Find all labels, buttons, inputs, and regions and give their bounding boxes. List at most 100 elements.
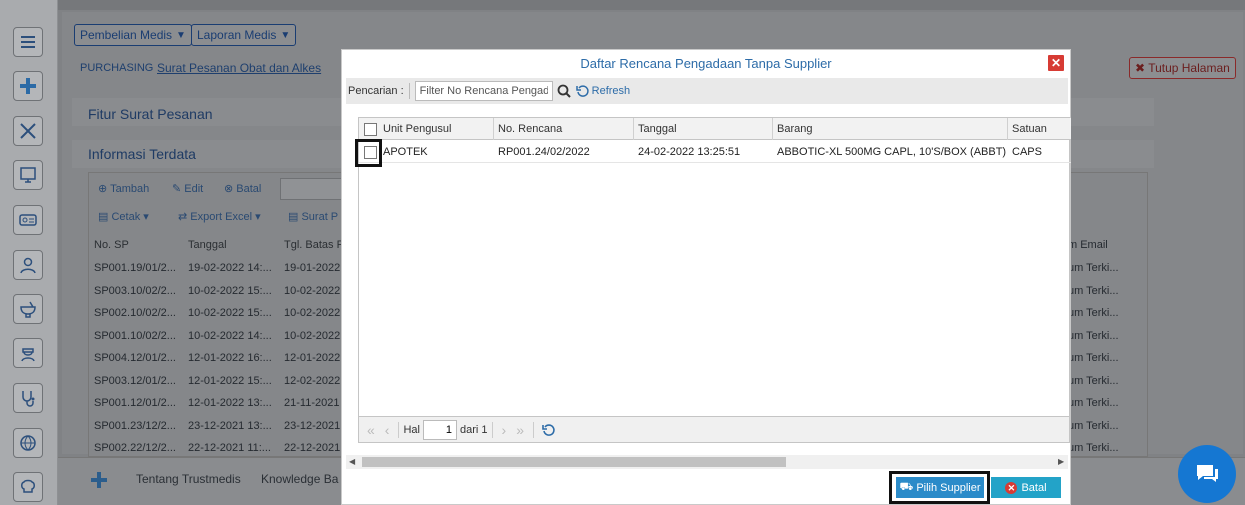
- hal-label: Hal: [403, 423, 420, 436]
- bg-cell-email: um Terki...: [1068, 352, 1119, 364]
- surat-button[interactable]: ▤ Surat P: [288, 210, 338, 223]
- bg-table-row[interactable]: SP004.12/01/2... 12-01-2022 16:... 12-01-2…: [94, 352, 340, 364]
- bg-table-row[interactable]: SP003.10/02/2... 10-02-2022 15:... 10-02-2…: [94, 285, 340, 297]
- col-header-unit[interactable]: Unit Pengusul: [359, 118, 494, 140]
- breadcrumb-page-link[interactable]: Surat Pesanan Obat dan Alkes: [157, 61, 321, 75]
- select-all-checkbox[interactable]: [364, 123, 377, 136]
- tentang-link[interactable]: Tentang Trustmedis: [136, 472, 241, 486]
- monitor-icon[interactable]: [13, 160, 43, 190]
- mortar-icon[interactable]: [13, 294, 43, 324]
- bg-cell: SP001.23/12/2...: [94, 419, 176, 432]
- bg-cell: 12-02-2022: [284, 374, 341, 387]
- separator: [532, 421, 534, 438]
- bg-search-input[interactable]: [280, 178, 342, 200]
- next-page-icon[interactable]: ›: [502, 422, 507, 438]
- bg-cell: 12-01-2022: [284, 352, 341, 364]
- export-excel-button[interactable]: ⇄ Export Excel ▾: [178, 210, 261, 223]
- puzzle-icon[interactable]: [13, 71, 43, 101]
- reload-icon[interactable]: [542, 423, 556, 437]
- bg-col-header-email[interactable]: m Email: [1068, 239, 1108, 251]
- bg-cell: 21-11-2021: [284, 397, 340, 409]
- cetak-button[interactable]: ▤ Cetak ▾: [98, 210, 149, 223]
- edit-label: Edit: [184, 183, 204, 195]
- edit-button[interactable]: ✎ Edit: [172, 182, 203, 195]
- bg-table-row[interactable]: SP002.10/02/2... 10-02-2022 15:... 10-02-2…: [94, 307, 340, 319]
- separator: [398, 421, 400, 438]
- informasi-section-title[interactable]: Informasi Terdata: [88, 146, 196, 162]
- prev-page-icon[interactable]: ‹: [385, 422, 390, 438]
- cell-satuan: CAPS: [1012, 146, 1042, 158]
- highlight-frame-checkbox: [355, 139, 382, 167]
- bg-cell: SP003.10/02/2...: [94, 284, 176, 297]
- bg-table-row[interactable]: SP001.19/01/2... 19-02-2022 14:... 19-01-2…: [94, 262, 340, 274]
- brain-icon[interactable]: [13, 472, 43, 502]
- id-card-icon[interactable]: [13, 205, 43, 235]
- refresh-button[interactable]: Refresh: [575, 84, 630, 98]
- tools-icon[interactable]: [13, 116, 43, 146]
- bg-cell: SP001.19/01/2...: [94, 262, 176, 274]
- laporan-medis-dropdown[interactable]: Laporan Medis ▼: [191, 24, 297, 46]
- search-icon[interactable]: [556, 83, 572, 99]
- batal-button[interactable]: ✕ Batal: [991, 477, 1061, 498]
- dropdown-label: Pembelian Medis: [80, 28, 173, 42]
- page-number-input[interactable]: [422, 419, 457, 440]
- bg-cell: 10-02-2022: [284, 329, 341, 342]
- rencana-table: Unit Pengusul No. Rencana Tanggal Barang…: [358, 117, 1071, 417]
- search-input[interactable]: [414, 81, 553, 101]
- bg-cell: SP001.10/02/2...: [94, 329, 176, 342]
- bg-cell-email: um Terki...: [1068, 262, 1119, 274]
- menu-icon[interactable]: [13, 27, 43, 57]
- surat-label: Surat P: [301, 211, 339, 223]
- col-header-tanggal[interactable]: Tanggal: [634, 118, 773, 140]
- tutup-halaman-button[interactable]: ✖ Tutup Halaman: [1129, 57, 1236, 79]
- bg-table-row[interactable]: SP002.22/12/2... 22-12-2021 11:... 22-12-2…: [94, 442, 340, 454]
- scroll-right-icon[interactable]: ▶: [1058, 455, 1064, 469]
- close-icon[interactable]: ✕: [1048, 55, 1064, 71]
- scroll-left-icon[interactable]: ◀: [349, 455, 355, 469]
- globe-icon[interactable]: [13, 428, 43, 458]
- bg-cell: SP001.12/01/2...: [94, 397, 176, 409]
- bg-cell: SP002.22/12/2...: [94, 442, 176, 454]
- rencana-pengadaan-dialog: Daftar Rencana Pengadaan Tanpa Supplier …: [341, 49, 1071, 505]
- cell-no-rencana: RP001.24/02/2022: [498, 146, 590, 158]
- bg-col-header[interactable]: No. SP: [94, 239, 188, 251]
- bg-cell: SP002.10/02/2...: [94, 307, 176, 319]
- bg-cell: 22-12-2021: [284, 442, 341, 454]
- bg-cell: 23-12-2021: [284, 419, 341, 432]
- bg-col-header[interactable]: Tanggal: [188, 239, 284, 251]
- batal-bg-button[interactable]: ⊗ Batal: [224, 182, 261, 195]
- bg-table-row[interactable]: SP003.12/01/2... 12-01-2022 15:... 12-02-2…: [94, 375, 340, 387]
- pembelian-medis-dropdown[interactable]: Pembelian Medis ▼: [74, 24, 192, 46]
- knowledge-link[interactable]: Knowledge Ba: [261, 472, 338, 486]
- first-page-icon[interactable]: «: [367, 422, 375, 438]
- stethoscope-icon[interactable]: [13, 383, 43, 413]
- table-row[interactable]: APOTEK RP001.24/02/2022 24-02-2022 13:25…: [359, 141, 1071, 163]
- search-bar: Pencarian : Refresh: [346, 78, 1068, 104]
- col-header-satuan[interactable]: Satuan: [1008, 118, 1071, 140]
- chat-button[interactable]: [1178, 445, 1236, 503]
- bg-table-row[interactable]: SP001.12/01/2... 12-01-2022 13:... 21-11-2…: [94, 397, 339, 409]
- highlight-frame-pilih: [889, 471, 990, 504]
- col-header-barang[interactable]: Barang: [773, 118, 1008, 140]
- dropdown-label: Laporan Medis: [197, 28, 277, 42]
- bg-table-row[interactable]: SP001.10/02/2... 10-02-2022 14:... 10-02-2…: [94, 330, 340, 342]
- col-header-no-rencana[interactable]: No. Rencana: [494, 118, 634, 140]
- bg-cell: SP004.12/01/2...: [94, 352, 176, 364]
- last-page-icon[interactable]: »: [516, 422, 524, 438]
- bg-table-row[interactable]: SP001.23/12/2... 23-12-2021 13:... 23-12-2…: [94, 420, 340, 432]
- scroll-thumb[interactable]: [362, 457, 786, 467]
- bg-cell: 10-02-2022 15:...: [188, 284, 272, 297]
- nurse-icon[interactable]: [13, 338, 43, 368]
- bg-cell: 19-01-2022: [284, 262, 341, 274]
- fitur-section-title[interactable]: Fitur Surat Pesanan: [88, 106, 213, 122]
- tambah-button[interactable]: ⊕ Tambah: [98, 182, 149, 195]
- bg-cell: 10-02-2022 14:...: [188, 329, 272, 342]
- col-header-label: Unit Pengusul: [383, 123, 452, 135]
- bg-col-header[interactable]: Tgl. Batas P: [284, 239, 344, 251]
- bg-cell-email: um Terki...: [1068, 307, 1119, 319]
- bg-cell: 10-02-2022: [284, 307, 341, 319]
- user-icon[interactable]: [13, 250, 43, 280]
- table-header: Unit Pengusul No. Rencana Tanggal Barang…: [359, 118, 1071, 140]
- dari-label: dari 1: [459, 423, 488, 436]
- horizontal-scrollbar[interactable]: ◀ ▶: [346, 455, 1068, 469]
